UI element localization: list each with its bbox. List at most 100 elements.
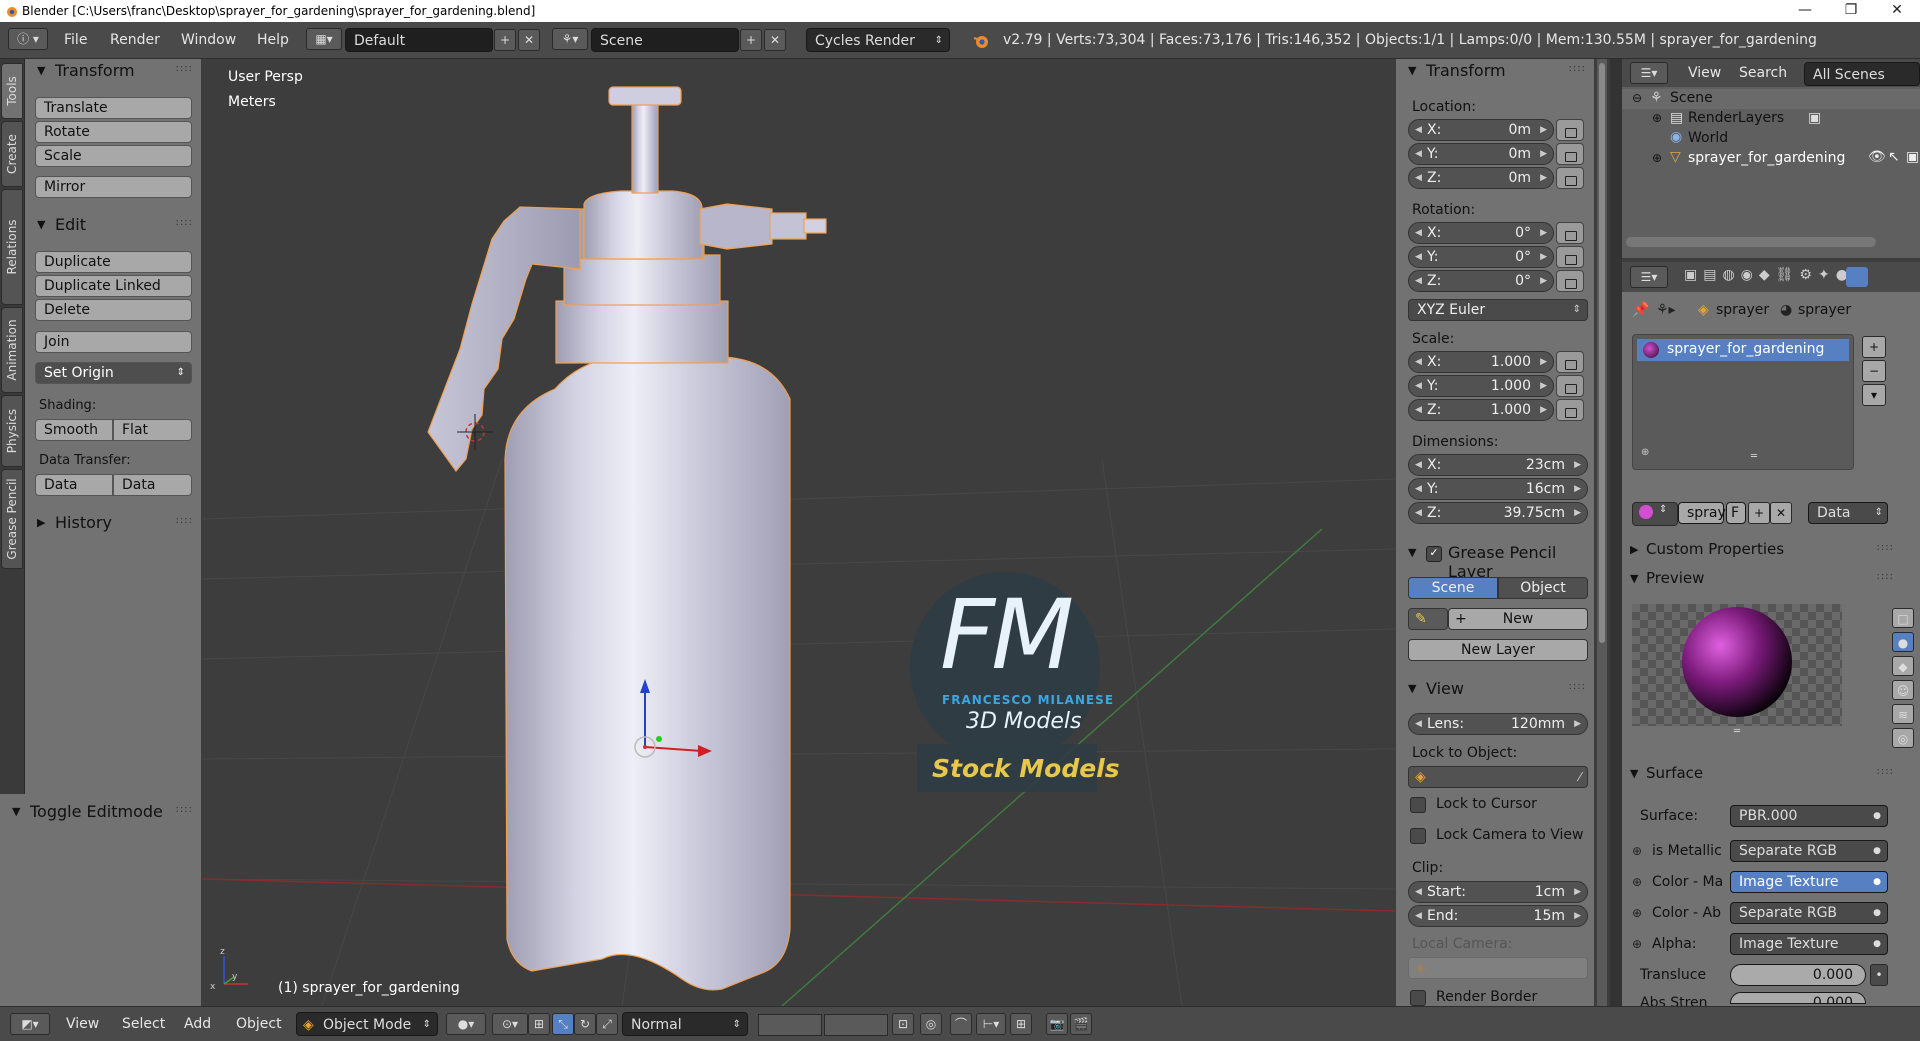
scale-z-field[interactable]: ◀ Z: 1.000 ▶ bbox=[1408, 399, 1554, 421]
outliner-item-world[interactable]: World bbox=[1688, 130, 1728, 146]
input-link-color-ab[interactable]: Separate RGB ● bbox=[1730, 902, 1888, 924]
input-link-alpha[interactable]: Image Texture ● bbox=[1730, 933, 1888, 955]
mirror-button[interactable]: Mirror bbox=[35, 176, 192, 198]
menu-object[interactable]: Object bbox=[236, 1016, 282, 1032]
tab-relations[interactable]: Relations bbox=[1, 189, 23, 305]
3d-viewport[interactable]: z y x User Persp Meters (1) sprayer_for_… bbox=[202, 59, 1395, 1006]
menu-window[interactable]: Window bbox=[181, 32, 236, 48]
drag-grip-icon[interactable]: :::: bbox=[176, 804, 193, 815]
lens-field[interactable]: ◀ Lens: 120mm ▶ bbox=[1408, 713, 1588, 735]
custom-properties-header[interactable]: ▶ Custom Properties:::: bbox=[1622, 538, 1902, 564]
expand-socket-icon[interactable]: ⊕ bbox=[1632, 844, 1642, 858]
outliner-display-mode[interactable]: All Scenes bbox=[1804, 62, 1920, 86]
lock-layers-icon[interactable]: ⊡ bbox=[892, 1013, 914, 1035]
input-link-metallic[interactable]: Separate RGB ● bbox=[1730, 840, 1888, 862]
viewport-shading-icon[interactable]: ●▾ bbox=[446, 1013, 486, 1035]
breadcrumb-object[interactable]: sprayer bbox=[1716, 302, 1769, 318]
drag-grip-icon[interactable]: :::: bbox=[176, 63, 193, 74]
outliner-item-renderlayers[interactable]: RenderLayers bbox=[1688, 110, 1784, 126]
lock-icon[interactable] bbox=[1556, 119, 1584, 141]
pivot-point-icon[interactable]: ⊙▾ bbox=[492, 1013, 528, 1035]
proportional-edit-icon[interactable]: ◎ bbox=[920, 1013, 942, 1035]
lock-icon[interactable] bbox=[1556, 143, 1584, 165]
render-animation-icon[interactable]: 🎬 bbox=[1070, 1013, 1092, 1035]
material-name-field[interactable]: spray bbox=[1678, 502, 1726, 524]
properties-context-tabs[interactable]: ▣▤◍◉◆⛓⚙✦● bbox=[1684, 267, 1854, 283]
outliner-item-scene[interactable]: Scene bbox=[1670, 90, 1713, 106]
pencil-icon[interactable]: ✎ bbox=[1408, 608, 1448, 630]
location-y-field[interactable]: ◀ Y: 0m ▶ bbox=[1408, 143, 1554, 165]
surface-header[interactable]: ▼ Surface:::: bbox=[1622, 762, 1902, 788]
rotate-manipulator-icon[interactable]: ↻ bbox=[574, 1013, 596, 1035]
preview-hair-icon[interactable]: ≋ bbox=[1892, 704, 1914, 724]
translate-button[interactable]: Translate bbox=[35, 97, 192, 119]
render-opengl-icon[interactable]: 📷 bbox=[1046, 1013, 1068, 1035]
outliner-row[interactable]: ⊕ ▤ RenderLayers ▣ bbox=[1622, 109, 1920, 129]
dimensions-z-field[interactable]: ◀ Z: 39.75cm ▶ bbox=[1408, 502, 1588, 524]
area-divider[interactable] bbox=[1610, 59, 1622, 1006]
rotation-y-field[interactable]: ◀ Y: 0° ▶ bbox=[1408, 246, 1554, 268]
dimensions-y-field[interactable]: ◀ Y: 16cm ▶ bbox=[1408, 478, 1588, 500]
pin-icon[interactable]: 📌 bbox=[1632, 302, 1649, 318]
preview-world-icon[interactable]: ◎ bbox=[1892, 728, 1914, 748]
rotation-mode-select[interactable]: XYZ Euler ⇕ bbox=[1408, 299, 1588, 321]
drag-grip-icon[interactable]: :::: bbox=[1569, 63, 1586, 74]
menu-view[interactable]: View bbox=[66, 1016, 99, 1032]
remove-scene-icon[interactable]: ✕ bbox=[764, 29, 786, 51]
drag-grip-icon[interactable]: :::: bbox=[1877, 766, 1894, 777]
preview-monkey-icon[interactable]: ☺ bbox=[1892, 680, 1914, 700]
slot-specials-icon[interactable]: ▾ bbox=[1862, 384, 1886, 406]
outliner-h-scrollbar[interactable] bbox=[1626, 237, 1876, 247]
fake-user-button[interactable]: F bbox=[1726, 502, 1746, 524]
layers-grid-1[interactable] bbox=[758, 1014, 822, 1036]
scene-field[interactable]: Scene bbox=[591, 28, 739, 52]
grease-pencil-checkbox[interactable]: ✓ bbox=[1426, 546, 1442, 562]
filter-icon[interactable]: ⊕ bbox=[1641, 447, 1649, 458]
outliner-row[interactable]: ◉ World bbox=[1622, 129, 1920, 149]
set-origin-dropdown[interactable]: Set Origin ⇕ bbox=[35, 362, 192, 384]
material-slot-list[interactable]: sprayer_for_gardening ═ ⊕ bbox=[1632, 334, 1854, 470]
unlink-material-icon[interactable]: ✕ bbox=[1770, 502, 1792, 524]
toggle-editmode-header[interactable]: ▼ Toggle Editmode:::: bbox=[0, 800, 201, 826]
scale-button[interactable]: Scale bbox=[35, 145, 192, 167]
remove-slot-icon[interactable]: − bbox=[1862, 360, 1886, 382]
expand-socket-icon[interactable]: ⊕ bbox=[1632, 906, 1642, 920]
outliner-item-sprayer[interactable]: sprayer_for_gardening bbox=[1688, 150, 1845, 166]
scale-manipulator-icon[interactable]: ⤢ bbox=[596, 1013, 618, 1035]
maximize-button[interactable]: ❐ bbox=[1828, 0, 1874, 22]
preview-cube-icon[interactable]: ◆ bbox=[1892, 656, 1914, 676]
eyedropper-icon[interactable]: ⁄ bbox=[1579, 767, 1581, 787]
duplicate-button[interactable]: Duplicate bbox=[35, 251, 192, 273]
translucency-socket-icon[interactable]: • bbox=[1870, 964, 1888, 986]
grease-object-tab[interactable]: Object bbox=[1498, 577, 1588, 599]
expand-icon[interactable]: ⊕ bbox=[1652, 111, 1662, 125]
n-panel-scrollbar[interactable] bbox=[1597, 59, 1607, 1006]
location-z-field[interactable]: ◀ Z: 0m ▶ bbox=[1408, 167, 1554, 189]
menu-add[interactable]: Add bbox=[184, 1016, 211, 1032]
rotation-x-field[interactable]: ◀ X: 0° ▶ bbox=[1408, 222, 1554, 244]
add-scene-icon[interactable]: + bbox=[740, 29, 762, 51]
outliner-search-menu[interactable]: Search bbox=[1739, 65, 1787, 81]
properties-editor-icon[interactable]: ☰▾ bbox=[1630, 266, 1668, 288]
menu-select[interactable]: Select bbox=[122, 1016, 165, 1032]
lock-icon[interactable] bbox=[1556, 167, 1584, 189]
outliner-row[interactable]: ⊖ ⚘ Scene bbox=[1622, 89, 1920, 109]
manipulator-toggle-icon[interactable]: ⊞ bbox=[528, 1013, 550, 1035]
join-button[interactable]: Join bbox=[35, 331, 192, 353]
add-slot-icon[interactable]: + bbox=[1862, 336, 1886, 358]
grease-pencil-layer-header[interactable]: ▼ ✓ Grease Pencil Layer bbox=[1396, 541, 1594, 581]
cursor-select-icon[interactable]: ↖ bbox=[1888, 149, 1900, 165]
drag-grip-icon[interactable]: :::: bbox=[1569, 681, 1586, 692]
clip-start-field[interactable]: ◀ Start: 1cm ▶ bbox=[1408, 881, 1588, 903]
location-x-field[interactable]: ◀ X: 0m ▶ bbox=[1408, 119, 1554, 141]
preview-sphere-icon[interactable]: ● bbox=[1892, 632, 1914, 652]
breadcrumb-material[interactable]: sprayer bbox=[1798, 302, 1851, 318]
resize-grip-icon[interactable]: ═ bbox=[1734, 726, 1740, 737]
lock-to-cursor-checkbox[interactable] bbox=[1410, 797, 1426, 813]
abs-strength-slider[interactable]: 0.000 bbox=[1730, 992, 1866, 1004]
expand-icon[interactable]: ⊕ bbox=[1652, 151, 1662, 165]
tab-create[interactable]: Create bbox=[1, 121, 23, 187]
render-layers-toggle-icon[interactable]: ▣ bbox=[1808, 110, 1821, 126]
delete-button[interactable]: Delete bbox=[35, 299, 192, 321]
mode-select[interactable]: ◈ Object Mode ⇕ bbox=[296, 1012, 438, 1036]
